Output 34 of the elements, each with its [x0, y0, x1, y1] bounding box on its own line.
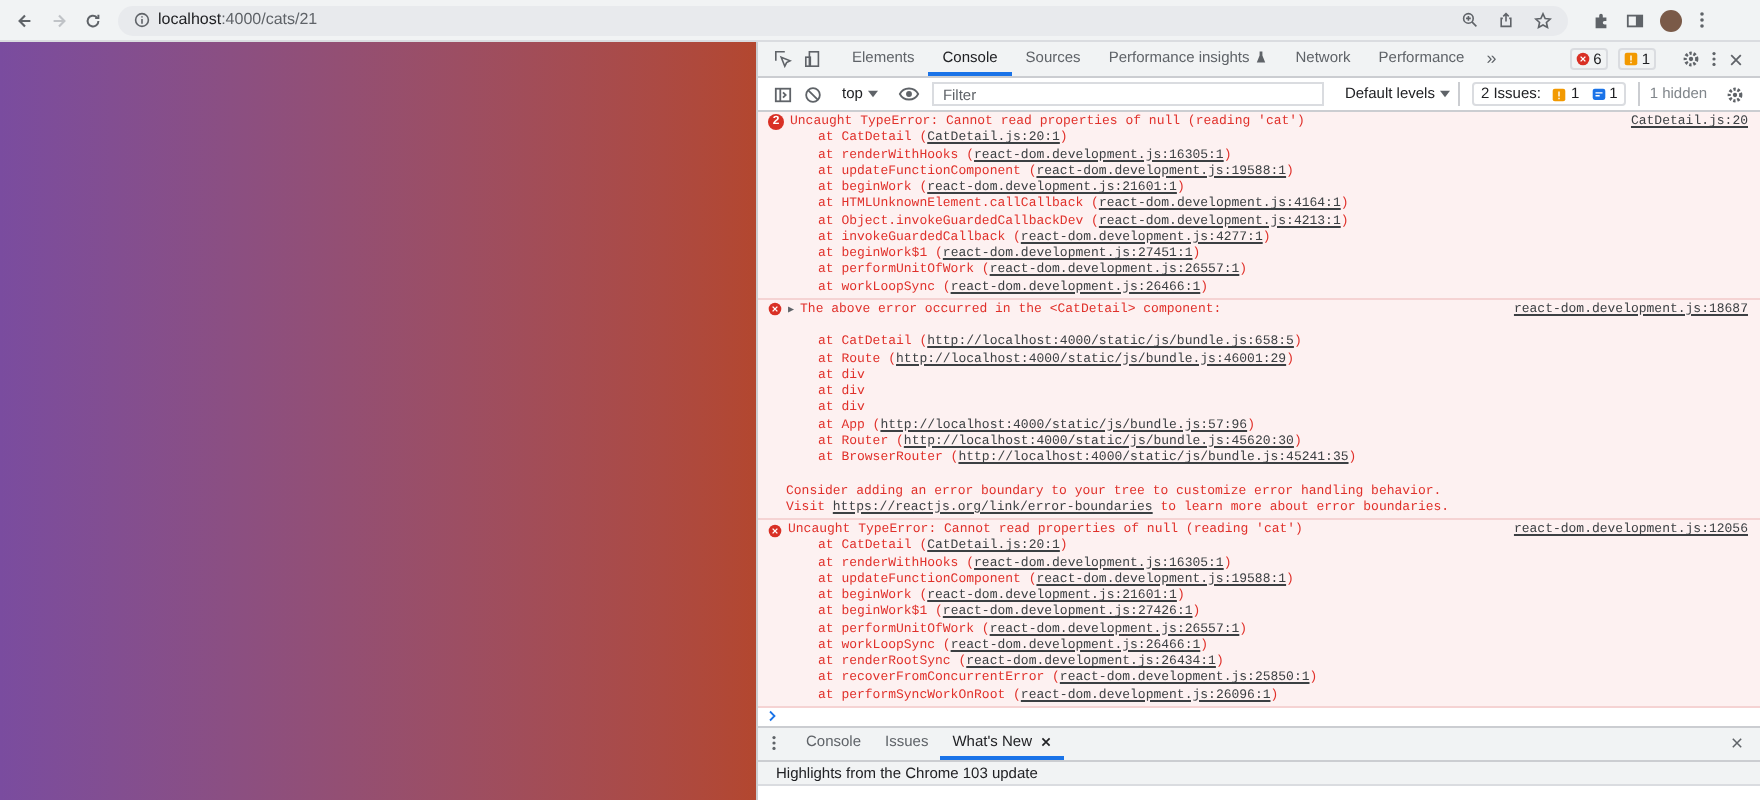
info-message-icon — [1591, 87, 1606, 101]
star-icon[interactable] — [1534, 11, 1552, 29]
settings-icon[interactable] — [1682, 50, 1700, 68]
url-path: :4000/cats/21 — [221, 10, 318, 30]
puzzle-icon[interactable] — [1592, 11, 1610, 29]
prompt-chevron-icon[interactable] — [768, 710, 778, 723]
kebab-menu-icon[interactable] — [1710, 50, 1718, 68]
error-icon — [768, 302, 782, 317]
avatar[interactable] — [1660, 9, 1682, 31]
dropdown-caret-icon — [1440, 90, 1451, 98]
eye-icon[interactable] — [898, 86, 921, 102]
kebab-menu-icon[interactable] — [770, 734, 778, 753]
flask-icon — [1253, 50, 1268, 64]
warning-icon — [1623, 52, 1638, 66]
inspect-icon[interactable] — [774, 50, 792, 68]
sidebar-toggle-icon[interactable] — [774, 85, 792, 103]
sidebar-icon[interactable] — [1626, 11, 1644, 29]
more-tabs-button[interactable]: » — [1478, 42, 1505, 76]
settings-icon[interactable] — [1726, 85, 1744, 103]
url-host: localhost — [158, 10, 222, 30]
device-toolbar-icon[interactable] — [804, 50, 822, 68]
address-bar[interactable]: localhost:4000/cats/21 — [118, 5, 1568, 35]
clear-console-icon[interactable] — [804, 85, 822, 103]
close-icon[interactable] — [1040, 735, 1052, 748]
zoom-icon[interactable] — [1462, 12, 1478, 28]
back-icon[interactable] — [16, 11, 34, 29]
info-icon[interactable] — [134, 12, 150, 28]
kebab-menu-icon[interactable] — [1698, 10, 1706, 30]
warning-icon — [1552, 87, 1567, 101]
error-icon — [768, 523, 782, 538]
reload-icon[interactable] — [84, 11, 102, 29]
share-icon[interactable] — [1498, 12, 1514, 28]
dropdown-caret-icon — [868, 90, 879, 98]
error-icon — [1575, 52, 1590, 66]
